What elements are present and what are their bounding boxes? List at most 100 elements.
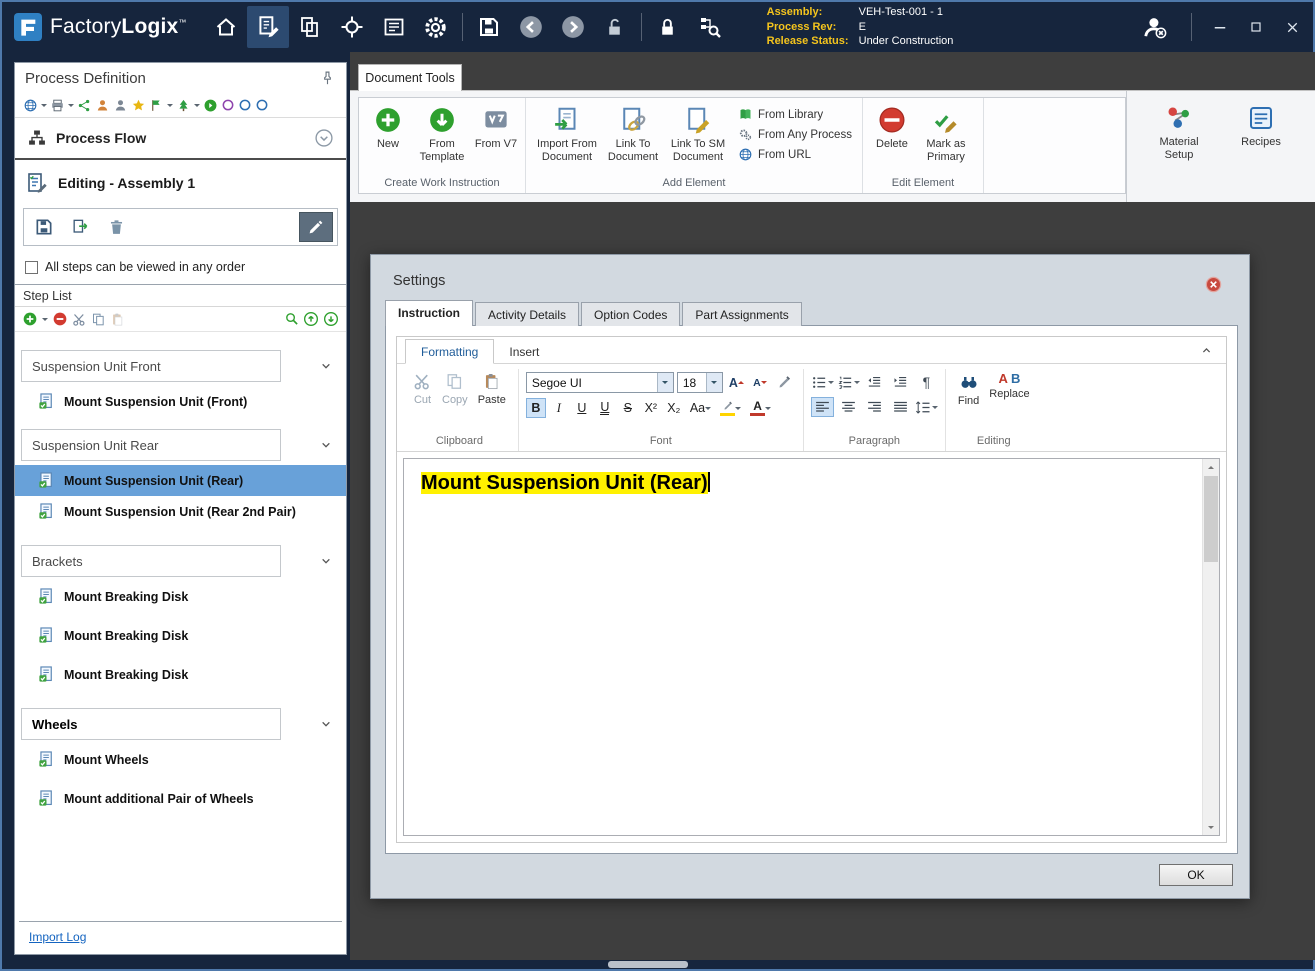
step-item-selected[interactable]: Mount Suspension Unit (Rear) xyxy=(15,465,346,496)
dropdown-caret[interactable] xyxy=(68,104,74,110)
editor-scrollbar[interactable] xyxy=(1202,459,1219,835)
unlock-button[interactable] xyxy=(594,6,636,48)
ok-button[interactable]: OK xyxy=(1159,864,1233,886)
font-size-select[interactable]: 18 xyxy=(676,372,723,393)
scroll-down-button[interactable] xyxy=(1203,818,1219,835)
dropdown-caret[interactable] xyxy=(41,104,47,110)
engineer-button[interactable] xyxy=(95,97,110,112)
add-step-button[interactable] xyxy=(22,311,38,327)
tab-option-codes[interactable]: Option Codes xyxy=(581,302,681,326)
instruction-text-editor[interactable]: Mount Suspension Unit (Rear) xyxy=(403,458,1220,836)
step-group-box[interactable]: Brackets xyxy=(21,545,281,577)
tab-part-assignments[interactable]: Part Assignments xyxy=(682,302,802,326)
paste-step-button[interactable] xyxy=(110,311,125,326)
replace-button[interactable]: A B Replace xyxy=(984,369,1034,432)
change-case-button[interactable]: Aa xyxy=(687,398,714,418)
pin-button[interactable] xyxy=(319,69,336,87)
step-group-header[interactable]: Suspension Unit Front xyxy=(21,350,334,382)
link-to-document-button[interactable]: Link To Document xyxy=(602,103,664,163)
cut-button[interactable]: Cut xyxy=(408,369,437,432)
process-search-button[interactable] xyxy=(689,6,731,48)
step-item[interactable]: Mount additional Pair of Wheels xyxy=(15,783,346,814)
globe-button[interactable] xyxy=(23,97,38,112)
step-group-header[interactable]: Brackets xyxy=(21,545,334,577)
line-spacing-button[interactable] xyxy=(915,397,938,417)
import-from-document-button[interactable]: Import From Document xyxy=(532,103,602,163)
recipes-button[interactable]: Recipes xyxy=(1233,101,1289,149)
tab-formatting[interactable]: Formatting xyxy=(405,339,495,364)
delete-element-button[interactable]: Delete xyxy=(869,103,915,151)
favorite-button[interactable] xyxy=(131,97,146,112)
save-process-button[interactable] xyxy=(28,212,60,242)
add-step-caret[interactable] xyxy=(42,318,48,324)
align-right-button[interactable] xyxy=(863,397,886,417)
reports-button[interactable] xyxy=(373,6,415,48)
dropdown-caret[interactable] xyxy=(167,104,173,110)
import-process-button[interactable] xyxy=(64,212,96,242)
subscript-button[interactable]: X₂ xyxy=(664,398,684,418)
strikethrough-button[interactable]: S xyxy=(618,398,638,418)
step-group-box[interactable]: Suspension Unit Rear xyxy=(21,429,281,461)
italic-button[interactable]: I xyxy=(549,398,569,418)
dropdown-caret[interactable] xyxy=(194,104,200,110)
step-group-header[interactable]: Wheels xyxy=(21,708,334,740)
horizontal-scrollbar-thumb[interactable] xyxy=(608,961,688,968)
move-step-down-button[interactable] xyxy=(323,311,339,327)
print-button[interactable] xyxy=(50,97,65,112)
toggle-edit-button[interactable] xyxy=(299,212,333,242)
step-item[interactable]: Mount Suspension Unit (Rear 2nd Pair) xyxy=(15,496,346,527)
from-library-button[interactable]: From Library xyxy=(738,107,852,122)
grow-font-button[interactable]: A xyxy=(726,373,747,393)
superscript-button[interactable]: X² xyxy=(641,398,661,418)
chevron-down-icon[interactable] xyxy=(318,437,334,453)
home-button[interactable] xyxy=(205,6,247,48)
find-step-button[interactable] xyxy=(284,311,299,327)
step-item[interactable]: Mount Breaking Disk xyxy=(15,659,346,690)
scroll-up-button[interactable] xyxy=(1203,459,1219,476)
tree-view-button[interactable] xyxy=(176,97,191,112)
document-transfer-button[interactable] xyxy=(289,6,331,48)
status-blue-button-2[interactable] xyxy=(255,98,269,113)
step-group-header[interactable]: Suspension Unit Rear xyxy=(21,429,334,461)
highlight-color-button[interactable] xyxy=(717,398,744,418)
collapse-ribbon-button[interactable] xyxy=(1199,343,1214,358)
cut-step-button[interactable] xyxy=(72,311,87,326)
from-url-button[interactable]: From URL xyxy=(738,147,852,162)
step-group-box[interactable]: Suspension Unit Front xyxy=(21,350,281,382)
step-item[interactable]: Mount Suspension Unit (Front) xyxy=(15,386,346,417)
save-button[interactable] xyxy=(468,6,510,48)
chevron-down-icon[interactable] xyxy=(318,358,334,374)
settings-gear-button[interactable] xyxy=(415,6,457,48)
step-item[interactable]: Mount Wheels xyxy=(15,744,346,775)
editor-content[interactable]: Mount Suspension Unit (Rear) xyxy=(404,459,1219,508)
process-flow-row[interactable]: Process Flow xyxy=(15,118,346,158)
back-button[interactable] xyxy=(510,6,552,48)
lock-button[interactable] xyxy=(647,6,689,48)
highlighted-text[interactable]: Mount Suspension Unit (Rear) xyxy=(421,472,708,494)
paste-button[interactable]: Paste xyxy=(473,369,511,432)
status-blue-button[interactable] xyxy=(238,98,252,113)
from-template-button[interactable]: From Template xyxy=(411,103,473,163)
step-item[interactable]: Mount Breaking Disk xyxy=(15,581,346,612)
bullet-list-button[interactable] xyxy=(811,372,834,392)
tab-activity-details[interactable]: Activity Details xyxy=(475,302,580,326)
link-to-sm-document-button[interactable]: Link To SM Document xyxy=(664,103,732,163)
align-left-button[interactable] xyxy=(810,397,834,417)
any-order-checkbox[interactable] xyxy=(25,260,38,274)
maximize-button[interactable] xyxy=(1243,14,1269,40)
justify-button[interactable] xyxy=(889,397,912,417)
numbered-list-button[interactable] xyxy=(837,372,860,392)
double-underline-button[interactable]: U xyxy=(595,398,615,418)
find-button[interactable]: Find xyxy=(953,369,984,432)
increase-indent-button[interactable] xyxy=(889,372,912,392)
underline-button[interactable]: U xyxy=(572,398,592,418)
scrollbar-thumb[interactable] xyxy=(1204,476,1218,562)
new-instruction-button[interactable]: New xyxy=(365,103,411,151)
minimize-button[interactable] xyxy=(1207,14,1233,40)
share-button[interactable] xyxy=(77,97,92,112)
navigator-button[interactable] xyxy=(331,6,373,48)
from-any-process-button[interactable]: From Any Process xyxy=(738,127,852,142)
copy-step-button[interactable] xyxy=(91,311,106,326)
tab-instruction[interactable]: Instruction xyxy=(385,300,473,326)
copy-button[interactable]: Copy xyxy=(437,369,473,432)
